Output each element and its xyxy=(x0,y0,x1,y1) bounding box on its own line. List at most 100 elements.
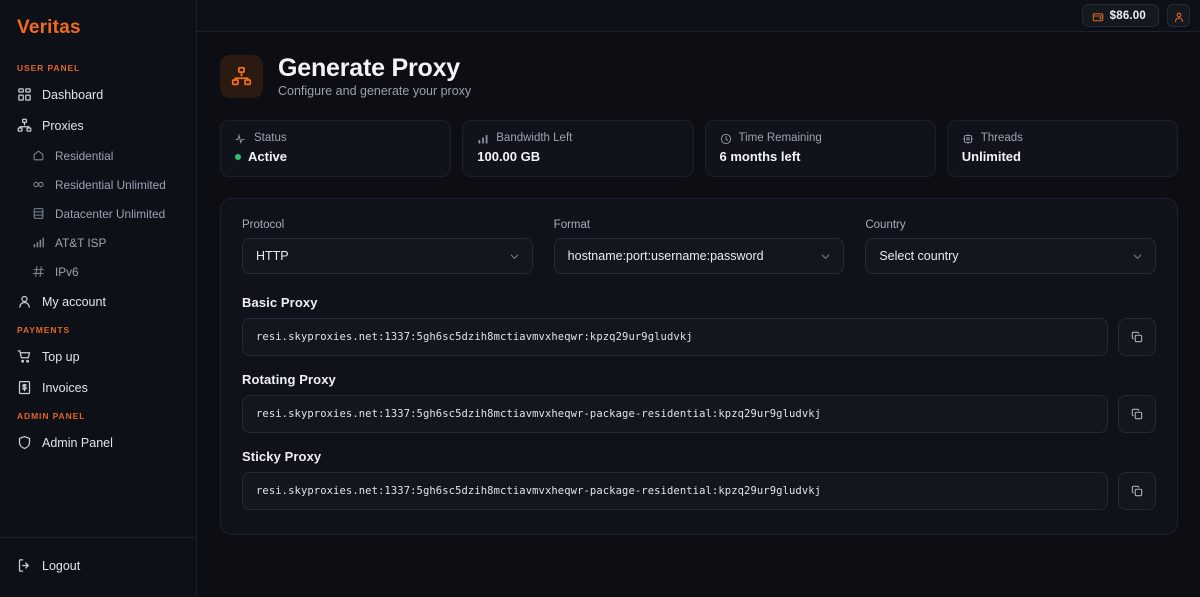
sidebar-item-att-isp[interactable]: AT&T ISP xyxy=(0,228,196,257)
field-label: Format xyxy=(553,219,591,231)
field-country: Country Select country xyxy=(865,219,1157,274)
hash-icon xyxy=(32,265,45,278)
sidebar-item-residential-unlimited[interactable]: Residential Unlimited xyxy=(0,170,196,199)
proxy-group-title: Basic Proxy xyxy=(242,295,318,310)
logout-button[interactable]: Logout xyxy=(0,550,196,581)
status-indicator-dot xyxy=(235,153,241,160)
stat-card-threads: Threads Unlimited xyxy=(946,120,1178,177)
user-icon xyxy=(17,294,32,309)
stat-value-wrap: Unlimited xyxy=(962,149,1163,164)
stat-label: Time Remaining xyxy=(738,132,822,144)
cart-icon xyxy=(17,349,32,364)
sticky-proxy-value[interactable]: resi.skyproxies.net:1337:5gh6sc5dzih8mct… xyxy=(242,472,1108,510)
stat-value-wrap: 6 months left xyxy=(720,149,921,164)
stat-value-wrap: Active xyxy=(235,149,436,164)
stat-header: Threads xyxy=(962,132,1163,145)
rotating-proxy-value[interactable]: resi.skyproxies.net:1337:5gh6sc5dzih8mct… xyxy=(242,395,1108,433)
sidebar-item-label: Top up xyxy=(42,349,80,364)
sidebar-item-label: IPv6 xyxy=(55,264,79,279)
chevron-down-icon xyxy=(1132,251,1143,262)
sidebar-item-label: Residential Unlimited xyxy=(55,177,166,192)
sidebar-item-label: Invoices xyxy=(42,380,88,395)
proxy-row: resi.skyproxies.net:1337:5gh6sc5dzih8mct… xyxy=(242,395,1156,433)
stat-value-wrap: 100.00 GB xyxy=(477,149,678,164)
page-title: Generate Proxy xyxy=(278,54,461,82)
sidebar-item-invoices[interactable]: Invoices xyxy=(0,372,196,403)
brand-logo[interactable]: Veritas xyxy=(0,0,196,49)
stat-header: Status xyxy=(235,132,436,144)
chevron-down-icon xyxy=(820,251,831,262)
proxy-row: resi.skyproxies.net:1337:5gh6sc5dzih8mct… xyxy=(242,472,1156,510)
app-window: Veritas USER PANEL Dashboard Proxies Res… xyxy=(0,0,1200,597)
stat-value: Unlimited xyxy=(961,149,1021,164)
page-header-text: Generate Proxy Configure and generate yo… xyxy=(278,54,471,98)
field-protocol: Protocol HTTP xyxy=(242,219,533,274)
protocol-select-value: HTTP xyxy=(256,249,289,263)
sidebar-item-dashboard[interactable]: Dashboard xyxy=(0,79,196,110)
copy-icon xyxy=(1130,407,1144,421)
bar-chart-icon xyxy=(477,132,489,144)
page-header: Generate Proxy Configure and generate yo… xyxy=(220,54,1178,98)
sidebar-nav: USER PANEL Dashboard Proxies Residential xyxy=(0,49,196,537)
config-row: Protocol HTTP Format hostname:port:usern… xyxy=(242,219,1157,274)
page-content: Generate Proxy Configure and generate yo… xyxy=(197,32,1200,535)
stat-header: Bandwidth Left xyxy=(477,132,678,144)
basic-proxy-value[interactable]: resi.skyproxies.net:1337:5gh6sc5dzih8mct… xyxy=(242,318,1108,356)
sidebar-item-ipv6[interactable]: IPv6 xyxy=(0,257,196,286)
sidebar-item-proxies[interactable]: Proxies xyxy=(0,110,196,141)
copy-sticky-proxy-button[interactable] xyxy=(1118,472,1156,510)
page-header-icon-box xyxy=(220,54,263,98)
sidebar-item-my-account[interactable]: My account xyxy=(0,286,196,317)
stat-card-status: Status Active xyxy=(220,120,452,177)
country-select[interactable]: Select country xyxy=(865,238,1157,274)
sidebar-item-label: Residential xyxy=(55,148,114,163)
sidebar-section-user-panel: USER PANEL xyxy=(17,63,81,73)
balance-badge[interactable]: $86.00 xyxy=(1081,4,1159,27)
top-bar: $86.00 xyxy=(197,0,1200,32)
stat-card-bandwidth-left: Bandwidth Left 100.00 GB xyxy=(462,120,694,177)
sidebar-section-admin-panel: ADMIN PANEL xyxy=(17,411,86,421)
invoice-icon xyxy=(17,380,32,395)
chevron-down-icon xyxy=(509,251,520,262)
proxy-group-basic: Basic Proxy resi.skyproxies.net:1337:5gh… xyxy=(242,295,1156,356)
stat-label: Threads xyxy=(980,132,1023,144)
format-select[interactable]: hostname:port:username:password xyxy=(553,238,845,274)
main-area: $86.00 Generate Proxy Configure and gene… xyxy=(197,0,1200,597)
logout-icon xyxy=(17,558,32,573)
wallet-icon xyxy=(1092,10,1104,22)
field-format: Format hostname:port:username:password xyxy=(553,219,845,274)
sidebar-item-label: Datacenter Unlimited xyxy=(55,206,166,221)
proxy-group-title: Rotating Proxy xyxy=(242,372,336,387)
sidebar-item-label: AT&T ISP xyxy=(55,235,107,250)
sidebar-section-payments: PAYMENTS xyxy=(17,325,71,335)
sidebar-footer: Logout xyxy=(0,537,196,597)
activity-icon xyxy=(235,132,247,144)
stat-value: Active xyxy=(248,149,288,164)
copy-rotating-proxy-button[interactable] xyxy=(1118,395,1156,433)
copy-basic-proxy-button[interactable] xyxy=(1118,318,1156,356)
proxy-group-sticky: Sticky Proxy resi.skyproxies.net:1337:5g… xyxy=(242,449,1156,510)
sidebar-item-label: My account xyxy=(42,294,106,309)
protocol-select[interactable]: HTTP xyxy=(242,238,533,274)
signal-bars-icon xyxy=(32,236,45,249)
stat-label: Status xyxy=(254,132,287,144)
stat-label: Bandwidth Left xyxy=(496,132,573,144)
country-select-value: Select country xyxy=(879,249,959,263)
proxy-row: resi.skyproxies.net:1337:5gh6sc5dzih8mct… xyxy=(242,318,1156,356)
user-icon xyxy=(1173,10,1185,22)
account-avatar-button[interactable] xyxy=(1167,4,1190,27)
sidebar-item-label: Admin Panel xyxy=(42,435,113,450)
format-select-value: hostname:port:username:password xyxy=(567,249,764,263)
home-icon xyxy=(32,149,45,162)
proxy-group-rotating: Rotating Proxy resi.skyproxies.net:1337:… xyxy=(242,372,1156,433)
field-label: Country xyxy=(865,219,906,231)
field-label: Protocol xyxy=(242,219,285,231)
page-subtitle: Configure and generate your proxy xyxy=(278,84,472,98)
sidebar-item-admin-panel[interactable]: Admin Panel xyxy=(0,427,196,458)
clock-icon xyxy=(720,132,732,145)
stat-header: Time Remaining xyxy=(720,132,921,145)
sidebar-item-top-up[interactable]: Top up xyxy=(0,341,196,372)
sidebar-item-residential[interactable]: Residential xyxy=(0,141,196,170)
sidebar-item-datacenter-unlimited[interactable]: Datacenter Unlimited xyxy=(0,199,196,228)
infinity-icon xyxy=(32,178,45,191)
